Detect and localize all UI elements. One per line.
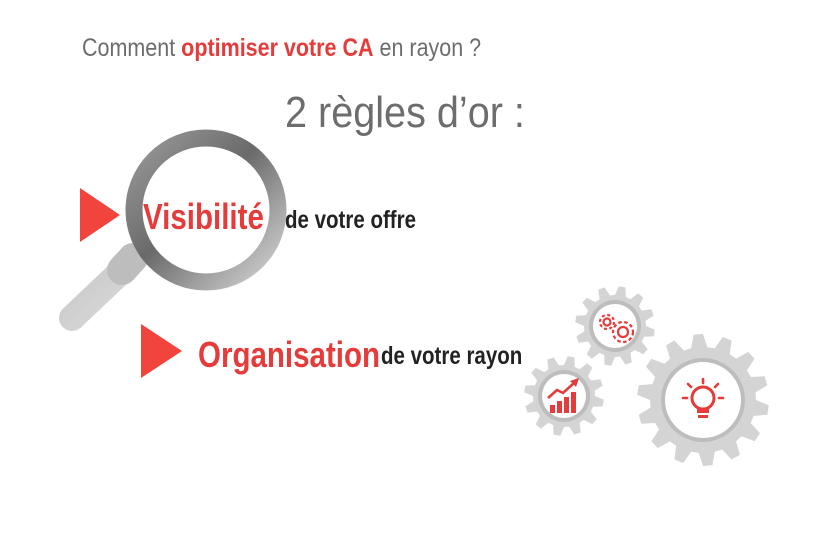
rule-2-keyword: Organisation xyxy=(198,334,381,375)
triangle-bullet-icon xyxy=(80,188,120,242)
gear-icon xyxy=(637,334,769,466)
rule-2-rest: de votre rayon xyxy=(381,342,523,370)
triangle-bullet-icon xyxy=(141,324,182,378)
rule-1-keyword: Visibilité xyxy=(143,196,264,237)
rule-1-rest: de votre offre xyxy=(285,206,417,234)
gears-group xyxy=(524,286,769,466)
illustration xyxy=(59,129,769,466)
gear-icon xyxy=(524,356,604,436)
